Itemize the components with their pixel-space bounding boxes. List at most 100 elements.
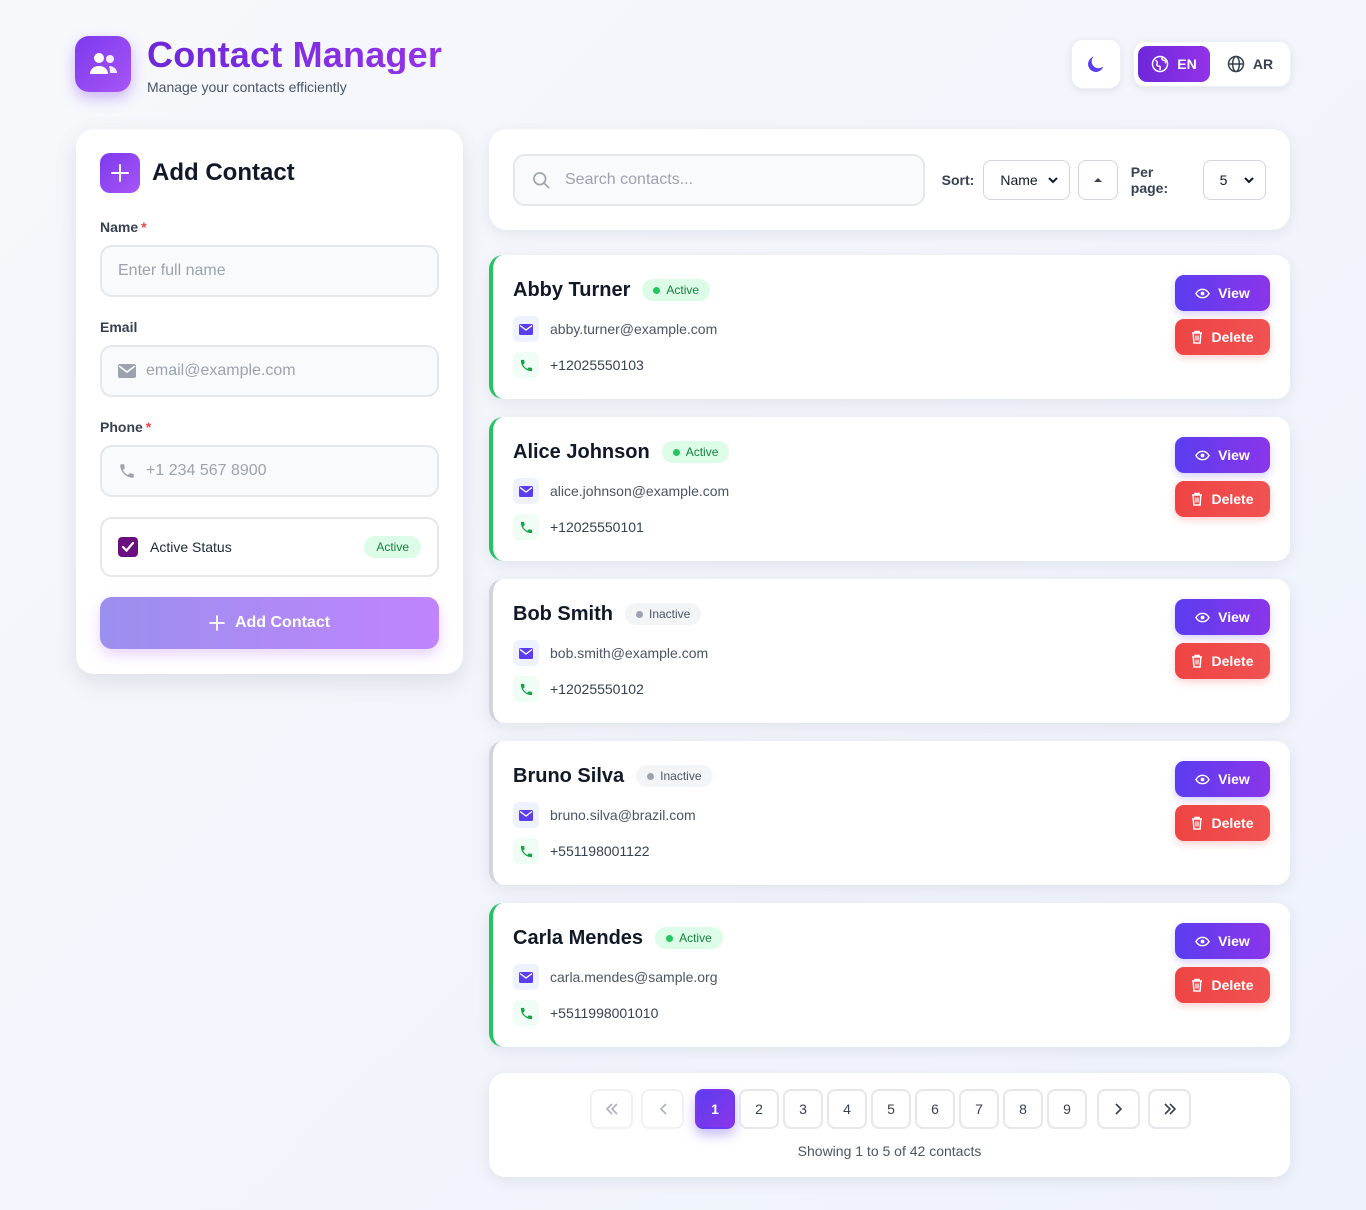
eye-icon [1195, 288, 1211, 298]
active-status-checkbox[interactable] [118, 537, 138, 557]
first-page-button[interactable] [590, 1089, 633, 1129]
theme-toggle-button[interactable] [1071, 39, 1121, 89]
trash-icon [1192, 978, 1203, 992]
status-badge-label: Active [666, 283, 700, 297]
email-input[interactable] [146, 362, 437, 380]
language-switcher: EN AR [1133, 41, 1291, 87]
trash-icon [1192, 330, 1203, 344]
contact-name: Abby Turner [513, 278, 631, 301]
view-button[interactable]: View [1175, 437, 1270, 473]
previous-page-button[interactable] [641, 1089, 684, 1129]
delete-button-label: Delete [1211, 653, 1254, 669]
view-button[interactable]: View [1175, 275, 1270, 311]
eye-icon [1195, 612, 1211, 622]
plus-icon [209, 615, 225, 631]
chevron-down-icon [1048, 176, 1059, 183]
double-chevron-left-icon [605, 1103, 618, 1115]
contact-email: abby.turner@example.com [550, 321, 718, 337]
envelope-icon [513, 640, 539, 666]
contact-email: bruno.silva@brazil.com [550, 807, 696, 823]
view-button[interactable]: View [1175, 761, 1270, 797]
eye-icon [1195, 774, 1211, 784]
page-button[interactable]: 7 [959, 1089, 999, 1129]
search-icon [533, 171, 550, 188]
language-button-ar[interactable]: AR [1214, 46, 1286, 82]
plus-icon [100, 153, 140, 193]
page-button[interactable]: 2 [739, 1089, 779, 1129]
app-subtitle: Manage your contacts efficiently [147, 79, 347, 95]
view-button[interactable]: View [1175, 923, 1270, 959]
add-contact-button-label: Add Contact [234, 614, 331, 631]
status-dot [666, 934, 674, 942]
page-button[interactable]: 1 [695, 1089, 735, 1129]
add-contact-button[interactable]: Add Contact [100, 597, 439, 649]
next-page-button[interactable] [1097, 1089, 1140, 1129]
delete-button[interactable]: Delete [1175, 319, 1270, 355]
contact-name: Carla Mendes [513, 926, 644, 949]
status-badge: Active [642, 279, 711, 301]
delete-button[interactable]: Delete [1175, 481, 1270, 517]
view-button-label: View [1218, 609, 1250, 625]
language-label-ar: AR [1252, 56, 1274, 72]
per-page-select[interactable]: 5 [1202, 159, 1266, 200]
required-mark: * [141, 219, 147, 235]
status-dot [672, 448, 680, 456]
name-field-wrapper [100, 245, 439, 297]
contact-card: Bruno Silva Inactive bruno.silva@brazil.… [489, 741, 1290, 885]
trash-icon [1192, 492, 1203, 506]
status-badge: Inactive [625, 603, 702, 625]
name-input[interactable] [118, 262, 437, 280]
phone-icon [118, 462, 136, 480]
delete-button-label: Delete [1211, 491, 1254, 507]
page-button[interactable]: 6 [915, 1089, 955, 1129]
language-button-en[interactable]: EN [1138, 46, 1210, 82]
chevron-right-icon [1114, 1103, 1122, 1115]
users-icon [75, 36, 131, 92]
phone-input[interactable] [146, 462, 437, 480]
contacts-toolbar: Sort: Name Per page: 5 [489, 129, 1290, 230]
delete-button-label: Delete [1211, 815, 1254, 831]
status-badge: Active [661, 441, 730, 463]
page-button[interactable]: 4 [827, 1089, 867, 1129]
sort-select-value: Name [1000, 171, 1038, 188]
status-badge-label: Active [679, 931, 712, 945]
phone-label: Phone * [100, 419, 151, 435]
caret-up-icon [1094, 177, 1103, 182]
view-button-label: View [1218, 285, 1250, 301]
status-dot [636, 610, 643, 618]
page-button[interactable]: 3 [783, 1089, 823, 1129]
phone-field-wrapper [100, 445, 439, 497]
phone-icon [513, 1000, 539, 1026]
active-status-label: Active Status [150, 539, 232, 555]
sort-select[interactable]: Name [983, 159, 1071, 200]
delete-button-label: Delete [1211, 329, 1254, 345]
delete-button[interactable]: Delete [1175, 805, 1270, 841]
chevron-left-icon [659, 1103, 667, 1115]
delete-button[interactable]: Delete [1175, 967, 1270, 1003]
language-label-en: EN [1177, 56, 1197, 72]
name-label-text: Name [100, 219, 139, 235]
globe-icon [1227, 55, 1245, 73]
search-input[interactable] [565, 170, 885, 189]
page-button[interactable]: 9 [1047, 1089, 1087, 1129]
contact-name: Bob Smith [513, 602, 613, 625]
sort-label: Sort: [941, 171, 975, 188]
view-button[interactable]: View [1175, 599, 1270, 635]
page-button[interactable]: 5 [871, 1089, 911, 1129]
search-field-wrapper [513, 153, 925, 206]
contact-card: Carla Mendes Active carla.mendes@sample.… [489, 903, 1290, 1047]
trash-icon [1192, 654, 1203, 668]
envelope-icon [118, 364, 136, 378]
contact-phone: +12025550101 [550, 519, 644, 535]
phone-icon [513, 838, 539, 864]
delete-button[interactable]: Delete [1175, 643, 1270, 679]
view-button-label: View [1218, 447, 1250, 463]
check-icon [121, 541, 135, 553]
contact-email: alice.johnson@example.com [550, 483, 730, 499]
phone-icon [513, 352, 539, 378]
last-page-button[interactable] [1148, 1089, 1191, 1129]
email-field-wrapper [100, 345, 439, 397]
sort-direction-button[interactable] [1078, 159, 1118, 200]
pagination-summary: Showing 1 to 5 of 42 contacts [797, 1143, 982, 1159]
page-button[interactable]: 8 [1003, 1089, 1043, 1129]
